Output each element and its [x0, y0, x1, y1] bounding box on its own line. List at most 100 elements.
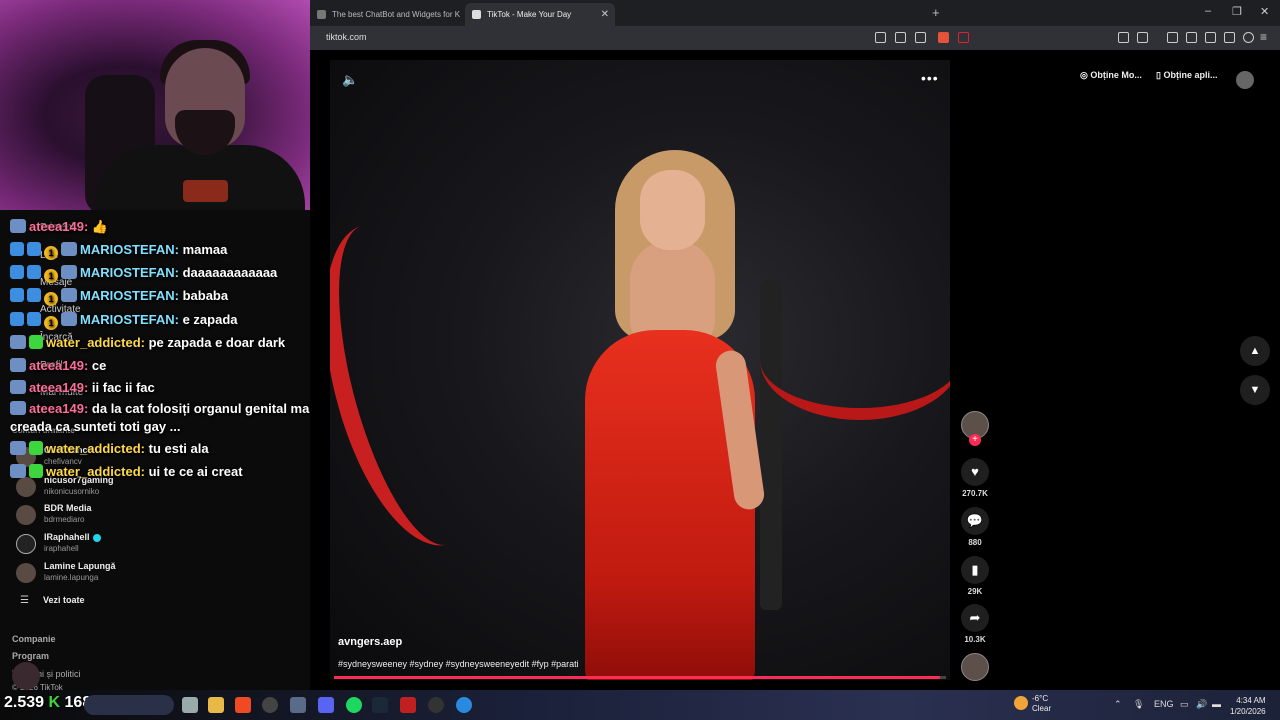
- wallet-icon[interactable]: [1205, 32, 1216, 43]
- rewards-icon[interactable]: [958, 32, 969, 43]
- following-name: BDR Media: [44, 503, 92, 513]
- like-button[interactable]: ♥ 270.7K: [960, 458, 990, 498]
- camera-badge-icon: [10, 464, 26, 478]
- following-item[interactable]: lRaphahell iraphahell: [16, 532, 216, 560]
- following-handle: lamine.lapunga: [44, 573, 99, 582]
- share-count: 10.3K: [964, 635, 986, 644]
- green-badge-icon: [29, 464, 43, 478]
- chat-message: 1 MARIOSTEFAN: daaaaaaaaaaaa: [10, 265, 277, 283]
- cast-icon[interactable]: [895, 32, 906, 43]
- screen: Prieteni Live Mesaje Activitate Încarcă …: [0, 0, 1280, 720]
- more-options-icon[interactable]: •••: [921, 70, 939, 86]
- get-app-label: Obține apli...: [1163, 70, 1218, 80]
- chat-message-continuation: creada ca sunteti toti gay ...: [10, 419, 181, 434]
- share-icon[interactable]: [915, 32, 926, 43]
- video-player[interactable]: [330, 60, 950, 680]
- share-button[interactable]: ➦ 10.3K: [960, 604, 990, 644]
- obs-icon[interactable]: [262, 697, 278, 713]
- camera-badge-icon: [10, 358, 26, 372]
- leo-icon[interactable]: [1224, 32, 1235, 43]
- address-bar[interactable]: tiktok.com ≡: [310, 26, 1280, 50]
- vpn-icon[interactable]: [1243, 32, 1254, 43]
- minimize-icon[interactable]: –: [1205, 5, 1211, 17]
- bg-badge-icon: [27, 288, 41, 302]
- temperature: -6°C: [1032, 694, 1049, 703]
- comment-button[interactable]: 💬 880: [960, 507, 990, 547]
- model-face: [640, 170, 705, 250]
- chat-message: water_addicted: tu esti ala: [10, 441, 209, 456]
- chat-username: MARIOSTEFAN:: [80, 265, 179, 280]
- comment-icon: 💬: [961, 507, 989, 535]
- follow-plus-icon[interactable]: +: [969, 434, 981, 446]
- shirt-logo: [183, 180, 228, 202]
- language-indicator[interactable]: ENG: [1154, 699, 1174, 709]
- weather-icon: [1014, 696, 1028, 710]
- close-window-icon[interactable]: ✕: [1260, 5, 1269, 18]
- chat-username: water_addicted:: [46, 441, 145, 456]
- clock-app-icon[interactable]: [428, 697, 444, 713]
- following-name-text: lRaphahell: [44, 532, 90, 542]
- battery-icon[interactable]: ▬: [1212, 699, 1221, 709]
- footer-program[interactable]: Program: [12, 651, 49, 661]
- camera-badge-icon: [10, 401, 26, 415]
- network-icon[interactable]: ▭: [1180, 699, 1189, 710]
- extensions-icon[interactable]: [1118, 32, 1129, 43]
- app-icon-red[interactable]: [400, 697, 416, 713]
- sidebar-icon[interactable]: [1186, 32, 1197, 43]
- get-app-button[interactable]: ▯ Obține apli...: [1156, 70, 1217, 90]
- tab-tiktok[interactable]: TikTok - Make Your Day ✕: [465, 3, 615, 26]
- spotify-icon[interactable]: [346, 697, 362, 713]
- profile-avatar[interactable]: [1236, 71, 1254, 89]
- screenshot-icon[interactable]: [1137, 32, 1148, 43]
- volume-icon[interactable]: 🔈: [342, 72, 358, 88]
- tab-chatbot[interactable]: The best ChatBot and Widgets for Ki: [310, 3, 460, 26]
- sword-badge-icon: [10, 242, 24, 256]
- get-coins-button[interactable]: ◎ Obține Mo...: [1080, 70, 1142, 90]
- camera-badge-icon: [10, 335, 26, 349]
- save-button[interactable]: ▮ 29K: [960, 556, 990, 596]
- following-item[interactable]: Lamine Lapungă lamine.lapunga: [16, 561, 216, 589]
- media-icon[interactable]: [1167, 32, 1178, 43]
- sound-disc-icon[interactable]: [961, 653, 989, 681]
- chat-username: MARIOSTEFAN:: [80, 242, 179, 257]
- task-view-icon[interactable]: [182, 697, 198, 713]
- following-item[interactable]: nicusor7gaming nikonicusorniko: [16, 475, 216, 503]
- see-all-link[interactable]: Vezi toate: [43, 595, 85, 605]
- speaker-icon[interactable]: 🔊: [1196, 699, 1207, 710]
- mute-site-icon[interactable]: [875, 32, 886, 43]
- video-progress-bar[interactable]: [334, 676, 946, 679]
- steam-icon[interactable]: [372, 697, 388, 713]
- sword-badge-icon: [10, 312, 24, 326]
- file-explorer-icon[interactable]: [208, 697, 224, 713]
- brave-shield-icon[interactable]: [938, 32, 949, 43]
- brave-browser-icon[interactable]: [235, 697, 251, 713]
- tray-chevron-icon[interactable]: ⌃: [1114, 699, 1122, 710]
- new-tab-icon[interactable]: +: [932, 5, 940, 20]
- chat-username: water_addicted:: [46, 335, 145, 350]
- following-item[interactable]: BDR Media bdrmediaro: [16, 503, 216, 531]
- previous-video-button[interactable]: ▲: [1240, 336, 1270, 366]
- app-icon-blue[interactable]: [456, 697, 472, 713]
- video-author[interactable]: avngers.aep: [338, 636, 402, 648]
- taskbar-search[interactable]: [84, 695, 174, 715]
- tab-label: TikTok - Make Your Day: [487, 10, 572, 19]
- save-count: 29K: [967, 587, 983, 596]
- system-clock[interactable]: 4:34 AM 1/20/2026: [1230, 695, 1266, 717]
- next-video-button[interactable]: ▼: [1240, 375, 1270, 405]
- chat-username: ateea149:: [29, 380, 89, 395]
- chat-text: tu esti ala: [148, 441, 209, 456]
- close-tab-icon[interactable]: ✕: [601, 9, 609, 20]
- footer-company[interactable]: Companie: [12, 634, 56, 644]
- app-icon[interactable]: [290, 697, 306, 713]
- url-text[interactable]: tiktok.com: [326, 32, 367, 42]
- microphone-icon[interactable]: 🎙: [1133, 699, 1144, 710]
- video-hashtags[interactable]: #sydneysweeney #sydney #sydneysweeneyedi…: [338, 659, 579, 669]
- camera-badge-icon: [61, 312, 77, 326]
- chat-username: MARIOSTEFAN:: [80, 288, 179, 303]
- chat-text: ui te ce ai creat: [148, 464, 243, 479]
- discord-icon[interactable]: [318, 697, 334, 713]
- maximize-icon[interactable]: ❐: [1232, 5, 1242, 18]
- menu-icon[interactable]: ≡: [1260, 30, 1267, 44]
- weather-widget[interactable]: -6°C Clear: [1032, 694, 1051, 714]
- camera-badge-icon: [61, 242, 77, 256]
